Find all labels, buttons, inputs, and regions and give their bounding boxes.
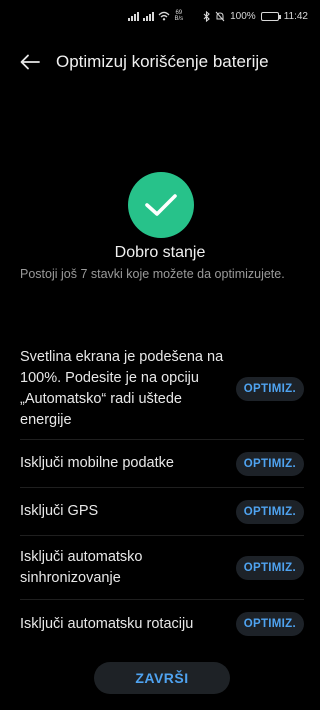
bluetooth-icon — [203, 10, 210, 22]
optimize-button[interactable]: OPTIMIZ. — [235, 555, 304, 580]
optimize-button[interactable]: OPTIMIZ. — [235, 451, 304, 476]
app-header: Optimizuj korišćenje baterije — [0, 42, 320, 82]
status-right: 100% 11:42 — [203, 10, 308, 22]
optimization-list: Svetlina ekrana je podešena na 100%. Pod… — [20, 338, 304, 648]
battery-percent: 100% — [230, 10, 256, 22]
optimize-button[interactable]: OPTIMIZ. — [235, 499, 304, 524]
list-item-label: Isključi automatsku rotaciju — [20, 615, 194, 632]
checkmark-icon — [145, 194, 177, 216]
signal-group: 69 B/s — [128, 10, 183, 22]
signal-strength-icon — [143, 11, 155, 21]
status-check-badge — [128, 172, 194, 238]
optimize-button[interactable]: OPTIMIZ. — [235, 376, 304, 401]
battery-icon — [260, 11, 281, 21]
network-speed-unit: B/s — [174, 16, 184, 22]
back-button[interactable] — [8, 42, 52, 82]
back-arrow-icon — [20, 54, 40, 70]
list-item-brightness: Svetlina ekrana je podešena na 100%. Pod… — [20, 338, 304, 440]
signal-strength-icon — [128, 11, 140, 21]
list-item-label: Svetlina ekrana je podešena na 100%. Pod… — [20, 348, 224, 428]
list-item-gps: Isključi GPS OPTIMIZ. — [20, 488, 304, 536]
wifi-icon — [158, 11, 170, 21]
page-title: Optimizuj korišćenje baterije — [56, 52, 269, 71]
clock: 11:42 — [283, 10, 308, 22]
status-subtitle: Postoji još 7 stavki koje možete da opti… — [20, 267, 285, 281]
list-item-label: Isključi mobilne podatke — [20, 455, 174, 471]
status-title: Dobro stanje — [114, 244, 206, 261]
mute-bell-icon — [215, 11, 225, 21]
list-item-auto-rotate: Isključi automatsku rotaciju OPTIMIZ. — [20, 600, 304, 648]
network-speed: 69 B/s — [174, 10, 183, 22]
done-button[interactable]: ZAVRŠI — [94, 662, 230, 694]
list-item-auto-sync: Isključi automatsko sinhronizovanje OPTI… — [20, 536, 304, 600]
status-bar: 69 B/s 100% 11:42 — [0, 0, 320, 32]
list-item-label: Isključi GPS — [20, 503, 99, 519]
list-item-label: Isključi automatsko sinhronizovanje — [20, 548, 143, 586]
optimize-button[interactable]: OPTIMIZ. — [235, 612, 304, 636]
list-item-mobile-data: Isključi mobilne podatke OPTIMIZ. — [20, 440, 304, 488]
